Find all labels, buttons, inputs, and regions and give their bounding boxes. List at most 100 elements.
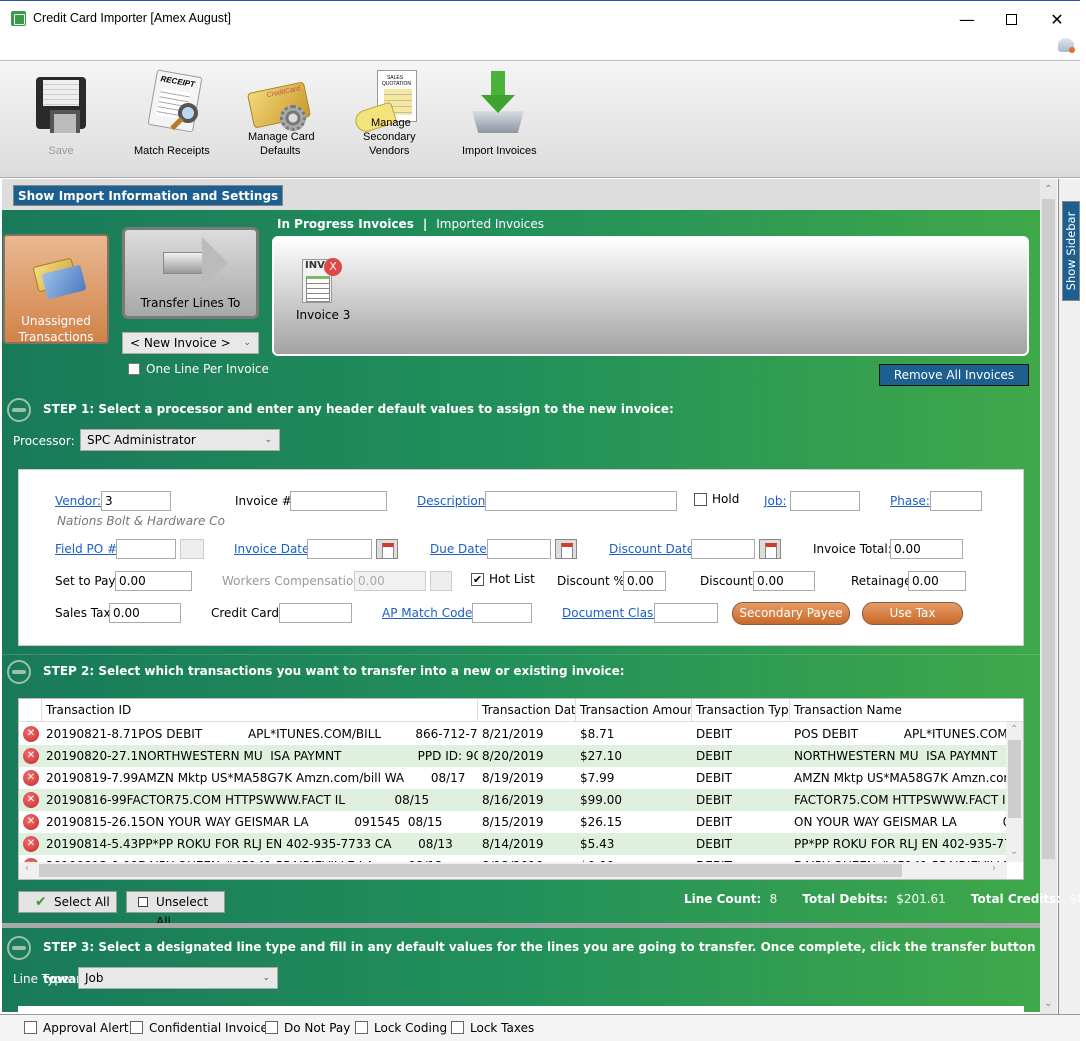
scroll-up-icon[interactable]: ⌃ (1010, 724, 1018, 735)
calendar-icon[interactable] (759, 539, 781, 559)
phase-input[interactable] (930, 491, 982, 511)
table-row[interactable]: ✕ 20190815-26.15ON YOUR WAY GEISMAR LA 09… (19, 811, 1007, 833)
due-date-link[interactable]: Due Date: (430, 542, 491, 556)
line-type-select[interactable]: Job ⌄ (78, 967, 278, 989)
hot-list-checkbox[interactable]: ✔ (471, 573, 484, 586)
remove-row-icon[interactable]: ✕ (23, 814, 39, 830)
hold-checkbox[interactable] (694, 493, 707, 506)
column-header-transaction-amount[interactable]: Transaction Amount (576, 699, 692, 722)
processor-select[interactable]: SPC Administrator ⌄ (80, 429, 280, 451)
tab-imported-invoices[interactable]: Imported Invoices (436, 217, 544, 231)
collapse-step3-icon[interactable] (7, 936, 31, 960)
show-sidebar-button[interactable]: Show Sidebar (1062, 201, 1080, 301)
checkbox-box[interactable] (24, 1021, 37, 1034)
invoice-total-input[interactable]: 0.00 (890, 539, 963, 559)
use-tax-button[interactable]: Use Tax (862, 602, 963, 625)
field-po-lookup-icon[interactable] (180, 539, 204, 559)
table-row[interactable]: ✕ 20190820-27.1NORTHWESTERN MU ISA PAYMNT… (19, 745, 1007, 767)
target-invoice-select[interactable]: < New Invoice > ⌄ (122, 332, 259, 354)
phase-link[interactable]: Phase: (890, 494, 930, 508)
discount-date-link[interactable]: Discount Date: (609, 542, 698, 556)
calendar-icon[interactable] (555, 539, 577, 559)
discount-pct-input[interactable]: 0.00 (623, 571, 666, 591)
checkbox-box[interactable] (451, 1021, 464, 1034)
close-button[interactable]: ✕ (1034, 7, 1080, 31)
table-row[interactable]: ✕ 20190821-8.71POS DEBIT APL*ITUNES.COM/B… (19, 723, 1007, 745)
vendor-link[interactable]: Vendor: (55, 494, 101, 508)
maximize-button[interactable] (988, 7, 1034, 31)
unselect-all-button[interactable]: Unselect All (126, 891, 225, 929)
select-all-button[interactable]: ✔ Select All (18, 891, 117, 913)
table-row[interactable]: ✕ 20190816-99FACTOR75.COM HTTPSWWW.FACT I… (19, 789, 1007, 811)
remove-row-icon[interactable]: ✕ (23, 792, 39, 808)
remove-row-icon[interactable]: ✕ (23, 748, 39, 764)
lock-coding-checkbox[interactable]: Lock Coding (355, 1021, 447, 1035)
column-header-transaction-name[interactable]: Transaction Name (790, 699, 1007, 722)
description-link[interactable]: Description: (417, 494, 489, 508)
invoice-date-input[interactable] (307, 539, 372, 559)
show-import-settings-button[interactable]: Show Import Information and Settings (13, 185, 284, 206)
main-vertical-scrollbar[interactable]: ⌃ ⌄ (1040, 179, 1057, 1014)
credit-card-input[interactable] (279, 603, 352, 623)
scroll-down-icon[interactable]: ⌄ (1010, 846, 1018, 857)
discount-input[interactable]: 0.00 (753, 571, 815, 591)
job-input[interactable] (790, 491, 860, 511)
retainage-input[interactable]: 0.00 (908, 571, 966, 591)
main-scroll-thumb[interactable] (1042, 199, 1055, 859)
column-header-transaction-id[interactable]: Transaction ID (42, 699, 478, 722)
remove-row-icon[interactable]: ✕ (23, 836, 39, 852)
ap-match-code-link[interactable]: AP Match Code: (382, 606, 476, 620)
one-line-per-invoice-checkbox[interactable] (128, 363, 140, 375)
do-not-pay-checkbox[interactable]: Do Not Pay (265, 1021, 350, 1035)
collapse-step2-icon[interactable] (7, 660, 31, 684)
ap-match-code-input[interactable] (472, 603, 532, 623)
checkbox-box[interactable] (130, 1021, 143, 1034)
field-po-input[interactable] (116, 539, 176, 559)
sales-tax-input[interactable]: 0.00 (109, 603, 181, 623)
remove-row-icon[interactable]: ✕ (23, 770, 39, 786)
set-to-pay-input[interactable]: 0.00 (115, 571, 192, 591)
grid-horizontal-scrollbar[interactable]: ‹ › (19, 862, 1007, 879)
vendor-input[interactable]: 3 (101, 491, 171, 511)
match-receipts-button[interactable]: Match Receipts (128, 65, 214, 160)
scroll-left-icon[interactable]: ‹ (25, 863, 29, 874)
due-date-input[interactable] (487, 539, 551, 559)
tab-in-progress-invoices[interactable]: In Progress Invoices (277, 217, 414, 231)
grid-vscroll-thumb[interactable] (1008, 740, 1021, 818)
discount-date-input[interactable] (691, 539, 755, 559)
table-row[interactable]: ✕ 20190819-7.99AMZN Mktp US*MA58G7K Amzn.… (19, 767, 1007, 789)
field-po-link[interactable]: Field PO #: (55, 542, 121, 556)
checkbox-box[interactable] (355, 1021, 368, 1034)
unassigned-transactions-button[interactable]: Unassigned Transactions (3, 234, 109, 344)
transfer-lines-button[interactable]: Transfer Lines To (122, 227, 259, 319)
confidential-invoice-checkbox[interactable]: Confidential Invoice (130, 1021, 268, 1035)
invoice-item[interactable]: X Invoice 3 (296, 258, 350, 328)
secondary-payee-button[interactable]: Secondary Payee (732, 602, 850, 625)
manage-secondary-vendors-button[interactable]: Manage Secondary Vendors (352, 65, 423, 160)
minimize-button[interactable]: — (944, 7, 990, 31)
manage-card-defaults-button[interactable]: Manage Card Defaults (240, 65, 320, 160)
scroll-down-icon[interactable]: ⌄ (1040, 995, 1057, 1012)
lock-taxes-checkbox[interactable]: Lock Taxes (451, 1021, 534, 1035)
save-button[interactable]: Save (33, 65, 89, 160)
checkbox-box[interactable] (265, 1021, 278, 1034)
remove-all-invoices-button[interactable]: Remove All Invoices (879, 364, 1029, 386)
scroll-right-icon[interactable]: › (992, 863, 996, 874)
column-header-transaction-type[interactable]: Transaction Type (692, 699, 790, 722)
calendar-icon[interactable] (376, 539, 398, 559)
grid-vertical-scrollbar[interactable]: ⌃ ⌄ (1006, 722, 1023, 862)
invoice-date-link[interactable]: Invoice Date: (234, 542, 313, 556)
invoice-number-input[interactable] (290, 491, 387, 511)
document-class-input[interactable] (654, 603, 718, 623)
grid-hscroll-thumb[interactable] (39, 864, 902, 877)
approval-alert-checkbox[interactable]: Approval Alert (24, 1021, 129, 1035)
table-row[interactable]: ✕ 20190814-5.43PP*PP ROKU FOR RLJ EN 402-… (19, 833, 1007, 855)
help-icon[interactable] (1058, 38, 1075, 53)
scroll-up-icon[interactable]: ⌃ (1040, 181, 1057, 198)
column-header-transaction-date[interactable]: Transaction Date (478, 699, 576, 722)
remove-invoice-icon[interactable]: X (324, 258, 342, 276)
document-class-link[interactable]: Document Class: (562, 606, 664, 620)
import-invoices-button[interactable]: Import Invoices (458, 65, 538, 160)
remove-row-icon[interactable]: ✕ (23, 726, 39, 742)
job-link[interactable]: Job: (764, 494, 787, 508)
